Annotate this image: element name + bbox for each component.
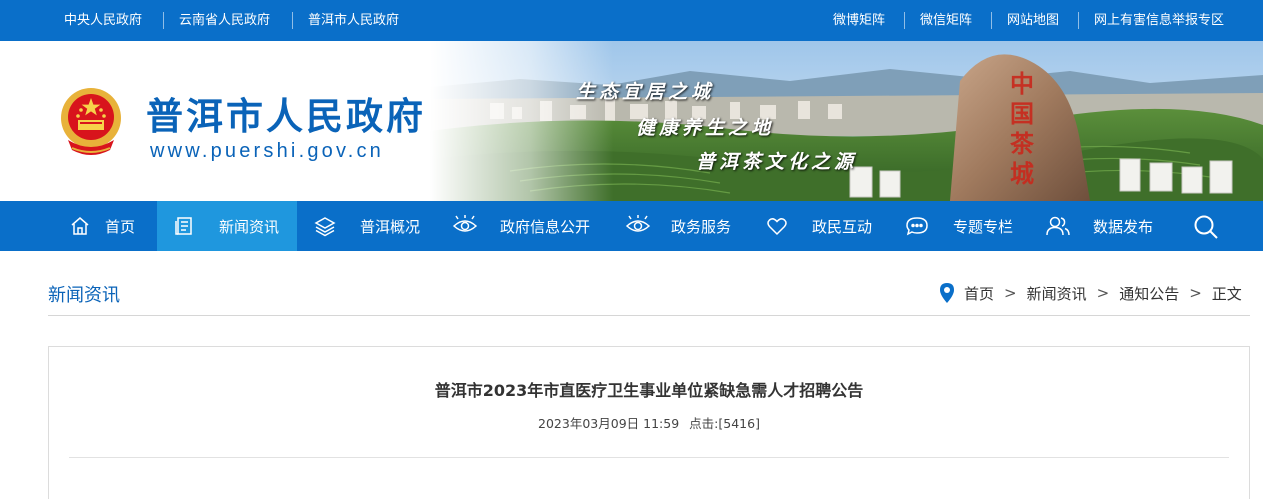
eye-icon: [452, 215, 478, 232]
nav-label: 普洱概况: [360, 217, 421, 236]
nav-label: 政务服务: [671, 217, 732, 236]
top-bar: 中央人民政府 云南省人民政府 普洱市人民政府 微博矩阵 微信矩阵 网站地图 网上…: [0, 0, 1263, 41]
divider: [69, 457, 1229, 458]
article-panel: 普洱市2023年市直医疗卫生事业单位紧缺急需人才招聘公告 2023年03月09日…: [48, 346, 1250, 499]
banner-slogan: 普洱茶文化之源: [696, 151, 858, 173]
nav-gov-services[interactable]: 政务服务: [625, 201, 731, 251]
nav-data-release[interactable]: 数据发布: [1045, 201, 1153, 251]
hits-count: [5416]: [718, 416, 760, 431]
site-url[interactable]: www.puershi.gov.cn: [150, 140, 384, 163]
link-wechat-matrix[interactable]: 微信矩阵: [920, 0, 972, 41]
banner-slogan: 健康养生之地: [636, 117, 775, 139]
divider: [991, 12, 992, 29]
link-sitemap[interactable]: 网站地图: [1007, 0, 1059, 41]
link-central-gov[interactable]: 中央人民政府: [64, 0, 142, 41]
link-weibo-matrix[interactable]: 微博矩阵: [833, 0, 885, 41]
search-icon[interactable]: [1192, 213, 1220, 241]
nav-label: 首页: [105, 217, 136, 236]
nav-label: 新闻资讯: [219, 217, 280, 236]
nav-home[interactable]: 首页: [58, 201, 146, 251]
news-icon: [175, 217, 192, 235]
nav-gov-citizen-interaction[interactable]: 政民互动: [766, 201, 872, 251]
nav-news[interactable]: 新闻资讯: [157, 201, 297, 251]
breadcrumb-separator: >: [1004, 284, 1017, 302]
city-landscape-image: [430, 41, 1263, 201]
breadcrumb: 首页 > 新闻资讯 > 通知公告 > 正文: [938, 281, 1242, 305]
breadcrumb-news[interactable]: 新闻资讯: [1027, 283, 1087, 304]
layers-icon: [314, 217, 336, 237]
article-title: 普洱市2023年市直医疗卫生事业单位紧缺急需人才招聘公告: [434, 381, 864, 400]
breadcrumb-current: 正文: [1211, 284, 1242, 303]
location-pin-icon: [940, 283, 954, 303]
nav-gov-info-disclosure[interactable]: 政府信息公开: [452, 201, 590, 251]
nav-label: 政民互动: [812, 217, 873, 236]
main-nav: 首页 新闻资讯 普洱概况 政府信息公开 政务服务 政民互动 专题专栏 数据发布: [0, 201, 1263, 251]
divider: [48, 315, 1250, 316]
chat-icon: [906, 217, 928, 236]
nav-label: 专题专栏: [953, 217, 1014, 236]
users-icon: [1046, 216, 1070, 236]
divider: [292, 12, 293, 29]
nav-puer-overview[interactable]: 普洱概况: [314, 201, 420, 251]
section-title: 新闻资讯: [48, 285, 120, 306]
nav-special-topics[interactable]: 专题专栏: [905, 201, 1013, 251]
divider: [904, 12, 905, 29]
nav-label: 政府信息公开: [500, 217, 591, 236]
breadcrumb-separator: >: [1189, 284, 1202, 302]
heart-icon: [767, 218, 787, 236]
site-title[interactable]: 普洱市人民政府: [146, 86, 426, 140]
header-banner: 普洱市人民政府 www.puershi.gov.cn 生态宜居之城 健康养生之地…: [0, 41, 1263, 201]
article-meta: 2023年03月09日 11:59 点击:[5416]: [49, 413, 1249, 432]
link-yunnan-gov[interactable]: 云南省人民政府: [179, 0, 270, 41]
article-date: 2023年03月09日 11:59: [538, 416, 680, 431]
nav-label: 数据发布: [1093, 217, 1154, 236]
link-report-harmful-info[interactable]: 网上有害信息举报专区: [1094, 0, 1224, 41]
rock-inscription: 中国茶城: [1010, 69, 1034, 188]
breadcrumb-home[interactable]: 首页: [964, 283, 994, 304]
banner-slogan: 生态宜居之城: [576, 81, 715, 103]
eye-icon: [625, 215, 651, 232]
home-icon: [71, 217, 89, 235]
hits-label: 点击:: [689, 416, 719, 431]
divider: [163, 12, 164, 29]
national-emblem-logo: [61, 88, 121, 155]
breadcrumb-notices[interactable]: 通知公告: [1119, 283, 1179, 304]
link-puer-gov[interactable]: 普洱市人民政府: [308, 0, 399, 41]
breadcrumb-separator: >: [1096, 284, 1110, 302]
divider: [1078, 12, 1079, 29]
